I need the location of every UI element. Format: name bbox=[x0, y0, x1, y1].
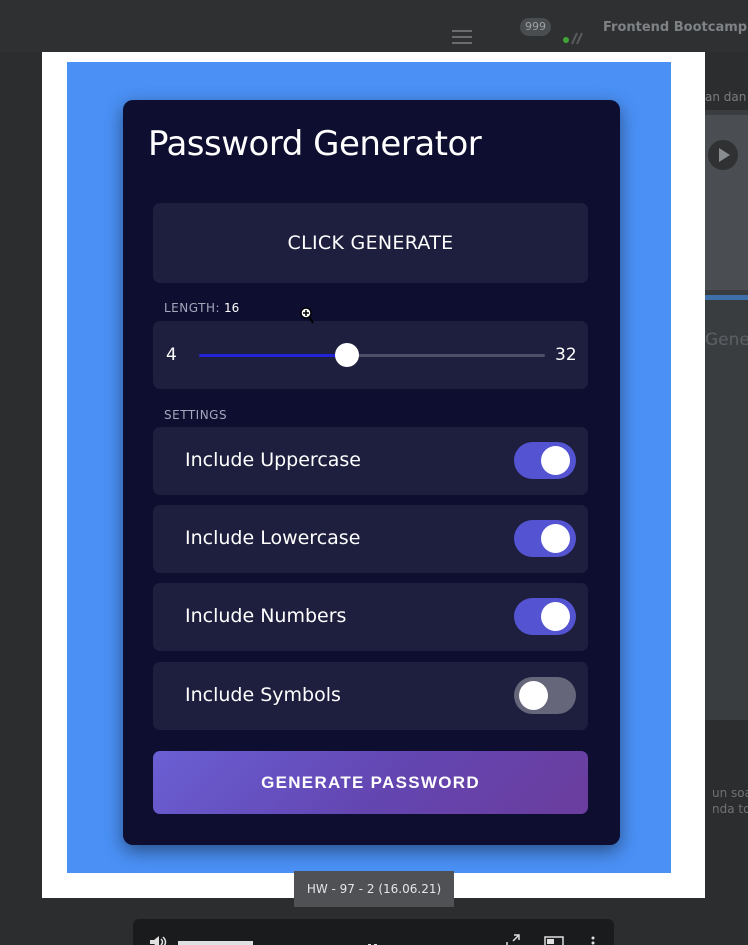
video-caption: HW - 97 - 2 (16.06.21) bbox=[294, 871, 454, 907]
setting-row-symbols: Include Symbols bbox=[153, 662, 588, 730]
generate-password-label: GENERATE PASSWORD bbox=[261, 772, 480, 792]
generate-password-button[interactable]: GENERATE PASSWORD bbox=[153, 751, 588, 814]
picture-in-picture-icon[interactable] bbox=[544, 933, 564, 945]
page-title: Password Generator bbox=[148, 124, 482, 164]
length-value: 16 bbox=[224, 301, 240, 315]
background-progress-line bbox=[705, 295, 748, 300]
password-result-text: CLICK GENERATE bbox=[287, 232, 454, 254]
toggle-knob bbox=[541, 524, 570, 553]
uppercase-toggle[interactable] bbox=[514, 442, 576, 479]
cursor-icon bbox=[300, 307, 314, 325]
menu-icon bbox=[452, 30, 472, 44]
setting-row-uppercase: Include Uppercase bbox=[153, 427, 588, 495]
setting-label: Include Numbers bbox=[185, 605, 347, 627]
slider-min-label: 4 bbox=[166, 345, 177, 365]
setting-row-lowercase: Include Lowercase bbox=[153, 505, 588, 573]
background-footer-text: un soal nda to bbox=[712, 786, 748, 816]
numbers-toggle[interactable] bbox=[514, 598, 576, 635]
expand-icon[interactable] bbox=[506, 932, 520, 945]
course-title: Frontend Bootcamp B1 bbox=[603, 20, 748, 35]
pause-icon[interactable] bbox=[367, 937, 379, 945]
symbols-toggle[interactable] bbox=[514, 677, 576, 714]
volume-slider[interactable] bbox=[178, 941, 253, 945]
toggle-knob bbox=[541, 602, 570, 631]
background-side-text: an dan bbox=[705, 90, 747, 104]
toggle-knob bbox=[541, 446, 570, 475]
setting-label: Include Symbols bbox=[185, 684, 341, 706]
background-heading: Gene bbox=[705, 330, 748, 350]
setting-label: Include Lowercase bbox=[185, 527, 361, 549]
play-icon bbox=[708, 140, 738, 170]
more-options-icon[interactable] bbox=[589, 933, 597, 945]
setting-row-numbers: Include Numbers bbox=[153, 583, 588, 651]
setting-label: Include Uppercase bbox=[185, 449, 361, 471]
length-slider-fill bbox=[199, 354, 348, 357]
slider-max-label: 32 bbox=[555, 345, 577, 365]
lowercase-toggle[interactable] bbox=[514, 520, 576, 557]
password-result-box[interactable]: CLICK GENERATE bbox=[153, 203, 588, 283]
volume-icon[interactable] bbox=[150, 933, 168, 945]
progress-icon bbox=[562, 30, 584, 46]
length-label: LENGTH: 16 bbox=[164, 301, 240, 315]
settings-label: SETTINGS bbox=[164, 408, 228, 422]
toggle-knob bbox=[519, 681, 548, 710]
notification-badge: 999 bbox=[520, 18, 551, 36]
